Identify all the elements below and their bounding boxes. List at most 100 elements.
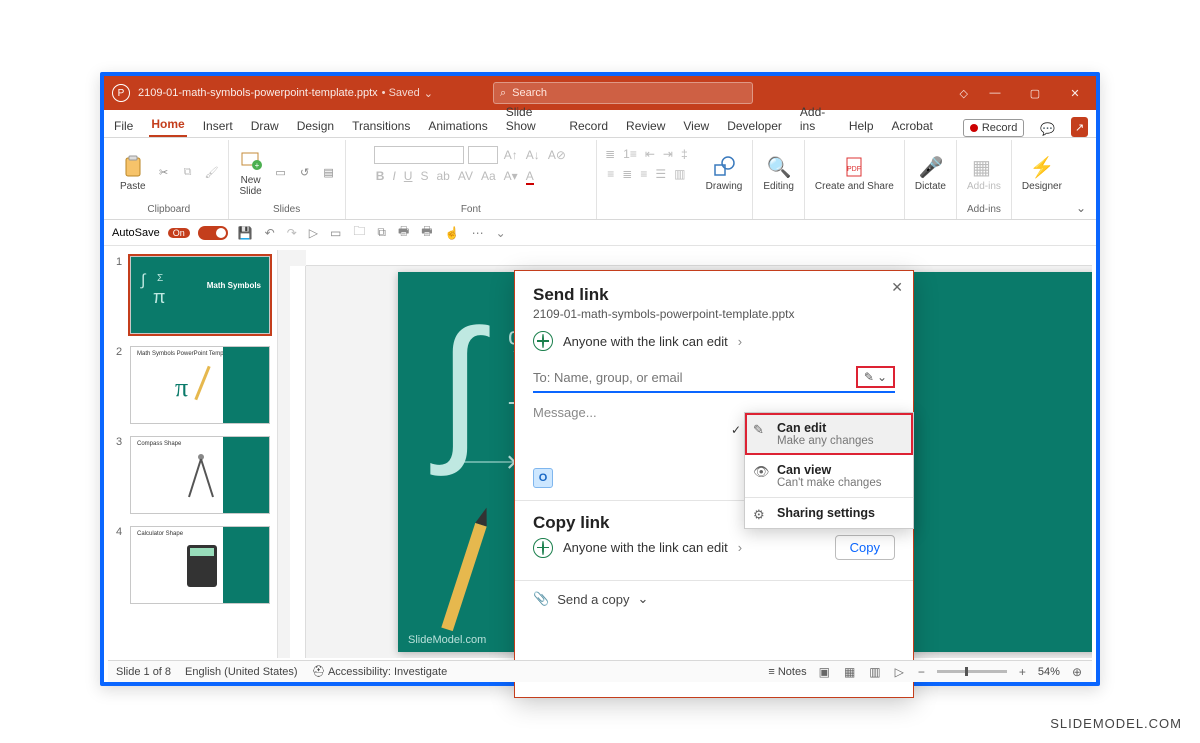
columns-button[interactable]: ▥ (672, 166, 687, 182)
tab-home[interactable]: Home (149, 113, 186, 137)
zoom-out-button[interactable]: − (916, 664, 927, 680)
fit-to-window-button[interactable]: ⊕ (1070, 664, 1084, 680)
case-button[interactable]: Aa (479, 168, 498, 184)
align-left-button[interactable]: ≡ (605, 166, 616, 182)
qat-new-button[interactable]: ▭ (328, 225, 343, 241)
new-slide-button[interactable]: + New Slide (235, 147, 267, 199)
line-spacing-button[interactable]: ‡ (679, 146, 690, 162)
underline-button[interactable]: U (402, 168, 415, 184)
font-family-combo[interactable] (374, 146, 464, 164)
decrease-font-button[interactable]: A↓ (524, 147, 542, 163)
comments-button[interactable]: 💬 (1038, 121, 1057, 137)
tab-draw[interactable]: Draw (249, 115, 281, 137)
normal-view-button[interactable]: ▣ (817, 664, 832, 680)
addins-button[interactable]: ▦ Add-ins (963, 153, 1005, 194)
to-input[interactable] (533, 370, 856, 385)
thumb-row-4[interactable]: 4 Calculator Shape (116, 526, 273, 604)
paste-button[interactable]: Paste (116, 153, 150, 194)
premium-icon[interactable]: ◇ (960, 87, 968, 100)
ribbon-collapse-chevron[interactable]: ⌄ (1072, 197, 1090, 219)
copy-button[interactable]: Copy (835, 535, 895, 560)
format-painter-button[interactable]: 🖌 (202, 165, 222, 181)
cut-button[interactable]: ✂ (154, 165, 174, 181)
outlook-icon[interactable]: O (533, 468, 553, 488)
copy-button[interactable]: ⧉ (178, 165, 198, 181)
restore-button[interactable]: ▢ (1022, 87, 1048, 100)
tab-animations[interactable]: Animations (426, 115, 489, 137)
tab-review[interactable]: Review (624, 115, 667, 137)
create-share-button[interactable]: PDF Create and Share (811, 153, 898, 194)
thumbnail-pane[interactable]: 1 Math Symbols ∫Σπ 2 Math Symbols PowerP… (108, 250, 278, 658)
reset-button[interactable]: ↺ (295, 165, 315, 181)
align-right-button[interactable]: ≡ (638, 166, 649, 182)
spacing-button[interactable]: AV (456, 168, 475, 184)
clear-format-button[interactable]: A⊘ (546, 147, 568, 163)
tab-record[interactable]: Record (567, 115, 610, 137)
qat-quick-print-button[interactable]: 🖶 (419, 221, 434, 244)
bold-button[interactable]: B (374, 168, 387, 184)
italic-button[interactable]: I (390, 168, 397, 184)
designer-button[interactable]: ⚡ Designer (1018, 153, 1066, 194)
tab-design[interactable]: Design (295, 115, 336, 137)
zoom-level[interactable]: 54% (1038, 666, 1060, 678)
qat-print-button[interactable]: 🖶 (396, 221, 411, 244)
send-copy-row[interactable]: 📎 Send a copy ⌄ (515, 580, 913, 617)
reading-view-button[interactable]: ▥ (867, 664, 882, 680)
zoom-in-button[interactable]: + (1017, 664, 1028, 680)
record-button[interactable]: Record (963, 119, 1024, 137)
perm-option-can-view[interactable]: 👁 Can view Can't make changes (745, 455, 913, 497)
zoom-slider[interactable] (937, 670, 1007, 673)
slide-thumbnail-1[interactable]: Math Symbols ∫Σπ (130, 256, 270, 334)
perm-option-settings[interactable]: ⚙ Sharing settings (745, 498, 913, 528)
tab-acrobat[interactable]: Acrobat (890, 115, 935, 137)
slide-thumbnail-3[interactable]: Compass Shape (130, 436, 270, 514)
font-size-combo[interactable] (468, 146, 498, 164)
font-color-button[interactable]: A (524, 168, 536, 184)
dictate-button[interactable]: 🎤 Dictate (911, 153, 950, 194)
section-button[interactable]: ▤ (319, 165, 339, 181)
copy-link-settings-label[interactable]: Anyone with the link can edit (563, 540, 728, 555)
close-button[interactable]: ✕ (1062, 87, 1088, 100)
accessibility-indicator[interactable]: ⛑ Accessibility: Investigate (312, 665, 448, 678)
shadow-button[interactable]: ab (434, 168, 451, 184)
permission-dropdown-button[interactable]: ✎ ⌄ (856, 366, 895, 388)
slide-thumbnail-2[interactable]: Math Symbols PowerPoint Template π (130, 346, 270, 424)
perm-option-can-edit[interactable]: ✓ ✎ Can edit Make any changes (745, 413, 913, 455)
minimize-button[interactable]: — (982, 87, 1008, 99)
redo-button[interactable]: ↷ (285, 225, 299, 241)
slideshow-view-button[interactable]: ▷ (893, 664, 906, 680)
link-settings-row[interactable]: Anyone with the link can edit › (533, 331, 895, 351)
save-button[interactable]: 💾 (236, 225, 255, 241)
tab-file[interactable]: File (112, 115, 135, 137)
tab-help[interactable]: Help (847, 115, 876, 137)
justify-button[interactable]: ☰ (653, 166, 668, 182)
tab-developer[interactable]: Developer (725, 115, 784, 137)
tab-view[interactable]: View (681, 115, 711, 137)
layout-button[interactable]: ▭ (271, 165, 291, 181)
align-center-button[interactable]: ≣ (620, 166, 634, 182)
notes-button[interactable]: ≡ Notes (768, 666, 806, 678)
title-dropdown-chevron[interactable]: ⌄ (424, 87, 433, 100)
indent-dec-button[interactable]: ⇤ (643, 146, 657, 162)
highlight-button[interactable]: A▾ (502, 168, 520, 184)
strike-button[interactable]: S (418, 168, 430, 184)
tab-transitions[interactable]: Transitions (350, 115, 412, 137)
undo-button[interactable]: ↶ (263, 225, 277, 241)
drawing-button[interactable]: Drawing (702, 153, 747, 194)
tab-insert[interactable]: Insert (201, 115, 235, 137)
bullets-button[interactable]: ≣ (603, 146, 617, 162)
slide-counter[interactable]: Slide 1 of 8 (116, 666, 171, 678)
increase-font-button[interactable]: A↑ (502, 147, 520, 163)
editing-button[interactable]: 🔍 Editing (759, 153, 798, 194)
thumb-row-3[interactable]: 3 Compass Shape (116, 436, 273, 514)
share-button[interactable]: ↗ (1071, 117, 1088, 137)
qat-customize-chevron[interactable]: ⌄ (494, 225, 508, 241)
sorter-view-button[interactable]: ▦ (842, 664, 857, 680)
tab-slideshow[interactable]: Slide Show (504, 101, 554, 137)
thumb-row-2[interactable]: 2 Math Symbols PowerPoint Template π (116, 346, 273, 424)
numbering-button[interactable]: 1≡ (621, 146, 639, 162)
qat-touch-button[interactable]: ☝ (443, 225, 462, 241)
indent-inc-button[interactable]: ⇥ (661, 146, 675, 162)
tab-addins[interactable]: Add-ins (798, 101, 833, 137)
thumb-row-1[interactable]: 1 Math Symbols ∫Σπ (116, 256, 273, 334)
